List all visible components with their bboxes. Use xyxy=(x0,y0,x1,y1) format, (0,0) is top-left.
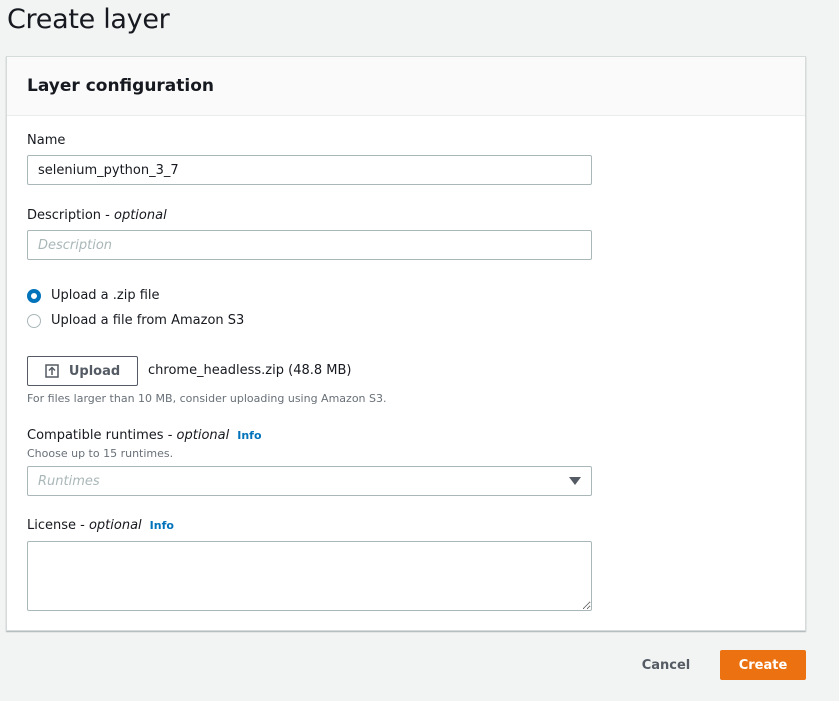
layer-configuration-panel: Layer configuration Name Description - o… xyxy=(6,56,806,631)
panel-title: Layer configuration xyxy=(27,76,215,96)
radio-button-checked[interactable] xyxy=(27,288,41,303)
runtimes-hint: Choose up to 15 runtimes. xyxy=(27,447,174,460)
runtimes-info-link[interactable]: Info xyxy=(237,429,261,442)
runtimes-select[interactable]: Runtimes xyxy=(27,466,592,496)
name-input[interactable] xyxy=(27,155,592,185)
upload-button[interactable]: Upload xyxy=(27,356,138,386)
panel-header: Layer configuration xyxy=(7,57,805,116)
description-input[interactable] xyxy=(27,230,592,260)
create-button[interactable]: Create xyxy=(720,650,806,680)
license-textarea[interactable] xyxy=(27,541,592,611)
upload-hint: For files larger than 10 MB, consider up… xyxy=(27,392,387,405)
license-label-text: License - xyxy=(27,518,89,533)
runtimes-placeholder: Runtimes xyxy=(38,473,100,489)
upload-button-label: Upload xyxy=(68,363,121,379)
radio-upload-zip-label: Upload a .zip file xyxy=(51,288,160,303)
radio-button-unchecked[interactable] xyxy=(27,313,41,328)
description-label: Description - optional xyxy=(27,208,167,223)
page-title: Create layer xyxy=(7,4,170,35)
upload-icon xyxy=(45,364,59,378)
caret-down-icon xyxy=(569,477,581,485)
name-label: Name xyxy=(27,133,66,148)
radio-upload-zip[interactable]: Upload a .zip file xyxy=(27,288,160,303)
license-label: License - optional Info xyxy=(27,518,174,533)
optional-text: optional xyxy=(114,208,167,223)
description-label-text: Description - xyxy=(27,208,114,223)
license-info-link[interactable]: Info xyxy=(150,519,174,532)
runtimes-label-text: Compatible runtimes - xyxy=(27,428,177,443)
radio-upload-s3[interactable]: Upload a file from Amazon S3 xyxy=(27,313,244,328)
radio-upload-s3-label: Upload a file from Amazon S3 xyxy=(51,313,245,328)
runtimes-label: Compatible runtimes - optional Info xyxy=(27,428,262,443)
optional-text: optional xyxy=(88,518,142,533)
cancel-button[interactable]: Cancel xyxy=(632,650,700,680)
uploaded-file-name: chrome_headless.zip (48.8 MB) xyxy=(148,363,352,378)
optional-text: optional xyxy=(176,428,230,443)
